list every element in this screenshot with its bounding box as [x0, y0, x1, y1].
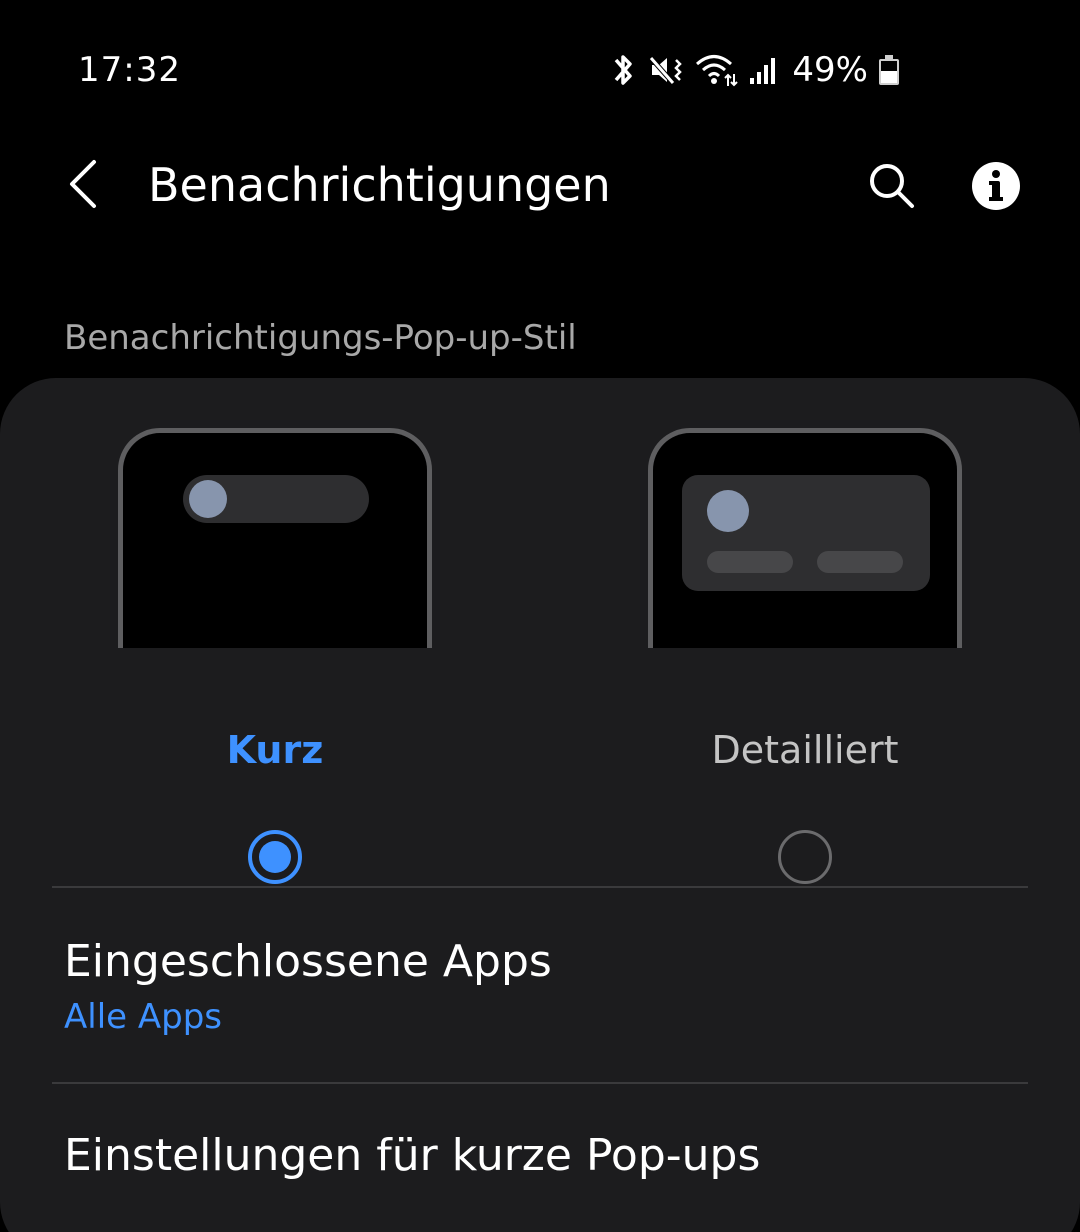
style-option-brief[interactable]: Kurz — [115, 428, 435, 884]
included-apps-value: Alle Apps — [64, 997, 223, 1037]
status-time: 17:32 — [78, 50, 181, 90]
app-bar: Benachrichtigungen — [0, 140, 1080, 240]
search-button[interactable] — [858, 154, 926, 222]
notification-settings-screen: 17:32 49% Benachrichtigungen Benachricht… — [0, 0, 1080, 1232]
detailed-popup-preview — [682, 475, 930, 591]
status-bar: 17:32 49% — [0, 0, 1080, 140]
battery-icon — [878, 50, 900, 90]
detailed-preview — [648, 428, 962, 648]
signal-icon — [748, 50, 778, 90]
brief-popup-settings-title: Einstellungen für kurze Pop-ups — [64, 1130, 761, 1181]
radio-detailed[interactable] — [778, 830, 832, 884]
included-apps-title: Eingeschlossene Apps — [64, 936, 552, 987]
avatar — [189, 480, 227, 518]
radio-brief[interactable] — [248, 830, 302, 884]
preview-text-bar — [817, 551, 903, 573]
section-header-popup-style: Benachrichtigungs-Pop-up-Stil — [64, 318, 577, 358]
search-icon — [866, 160, 918, 216]
brief-popup-settings-item[interactable]: Einstellungen für kurze Pop-ups — [64, 1130, 1014, 1181]
brief-preview — [118, 428, 432, 648]
mute-vibrate-icon — [648, 50, 684, 90]
status-icons: 49% — [608, 48, 900, 92]
wifi-icon — [694, 50, 739, 90]
option-label-detailed: Detailliert — [711, 728, 899, 772]
battery-percent: 49% — [792, 50, 868, 90]
style-option-detailed[interactable]: Detailliert — [645, 428, 965, 884]
info-button[interactable] — [962, 154, 1030, 222]
divider — [52, 886, 1028, 888]
avatar — [707, 490, 749, 532]
option-label-brief: Kurz — [226, 728, 324, 772]
preview-text-bar — [707, 551, 793, 573]
back-button[interactable] — [52, 154, 116, 218]
chevron-left-icon — [64, 158, 104, 214]
divider — [52, 1082, 1028, 1084]
brief-popup-preview — [183, 475, 369, 523]
page-title: Benachrichtigungen — [148, 158, 611, 212]
popup-style-card: Kurz Detailliert Eingeschlossene Apps Al… — [0, 378, 1080, 1232]
info-icon — [970, 160, 1022, 216]
included-apps-item[interactable]: Eingeschlossene Apps Alle Apps — [64, 936, 1014, 1037]
bluetooth-icon — [608, 50, 638, 90]
